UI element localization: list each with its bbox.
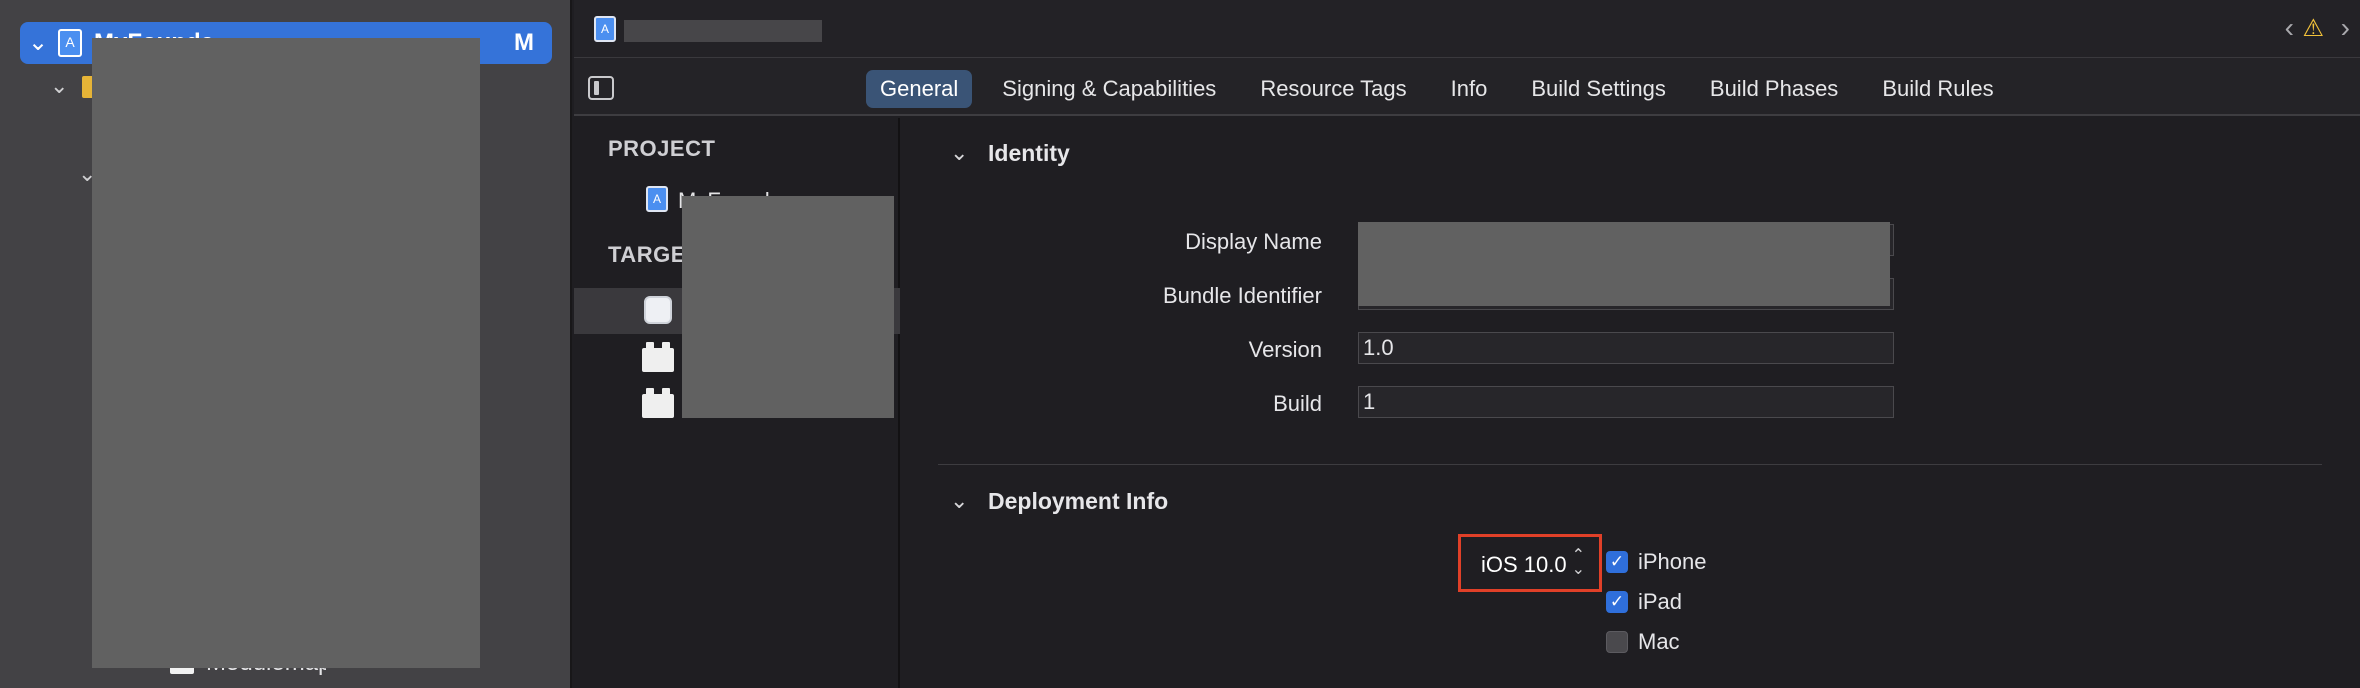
editor-tab-bar: General Signing & Capabilities Resource … — [574, 58, 2360, 116]
chevron-down-icon[interactable]: ⌄ — [950, 486, 988, 516]
tab-build-settings[interactable]: Build Settings — [1517, 70, 1680, 108]
deployment-info-title: Deployment Info — [988, 487, 1169, 514]
editor-area: A ‹ ⚠ › General Signing & Capabilities R… — [574, 0, 2360, 688]
display-name-label: Display Name — [1185, 229, 1322, 254]
project-section-heading: PROJECT — [608, 136, 716, 161]
checkbox-checked-icon[interactable]: ✓ — [1606, 591, 1628, 613]
device-iphone-option[interactable]: ✓ iPhone — [1606, 548, 1707, 576]
breadcrumb-redaction — [624, 20, 822, 42]
xcode-project-icon: A — [58, 29, 82, 57]
app-target-icon[interactable] — [644, 296, 672, 324]
xcode-window: ⌄ A MyFoundation M ⌄ ⌄ Modulemap A ‹ ⚠ ›… — [0, 0, 2360, 688]
deployment-info-section-header[interactable]: ⌄ Deployment Info — [950, 486, 1168, 516]
chevron-down-icon[interactable]: ⌄ — [950, 138, 988, 168]
tab-general[interactable]: General — [866, 70, 973, 108]
tab-info[interactable]: Info — [1437, 70, 1502, 108]
version-label: Version — [1248, 337, 1322, 362]
identity-section-header[interactable]: ⌄ Identity — [950, 138, 1070, 168]
sidebar-toggle-icon[interactable] — [588, 76, 614, 100]
tab-build-phases[interactable]: Build Phases — [1696, 70, 1852, 108]
device-mac-option[interactable]: Mac — [1606, 628, 1680, 656]
forward-arrow-icon[interactable]: › — [2341, 12, 2350, 44]
project-navigator: ⌄ A MyFoundation M ⌄ ⌄ Modulemap — [0, 0, 572, 688]
iphone-label: iPhone — [1638, 549, 1707, 574]
checkbox-checked-icon[interactable]: ✓ — [1606, 551, 1628, 573]
warning-icon[interactable]: ⚠ — [2302, 14, 2324, 44]
tab-signing-capabilities[interactable]: Signing & Capabilities — [988, 70, 1230, 108]
xcode-project-icon: A — [646, 186, 668, 212]
identity-title: Identity — [988, 139, 1070, 166]
version-field[interactable]: 1.0 — [1358, 332, 1894, 364]
back-arrow-icon[interactable]: ‹ — [2285, 12, 2294, 44]
disclosure-chevron-icon[interactable]: ⌄ — [28, 28, 48, 58]
bundle-identifier-label: Bundle Identifier — [1163, 283, 1322, 308]
section-divider — [938, 464, 2322, 465]
redaction-block — [1358, 222, 1890, 306]
group-disclosure-icon[interactable]: ⌄ — [50, 72, 68, 100]
framework-target-icon[interactable] — [642, 388, 674, 418]
redaction-block — [682, 196, 894, 418]
build-label: Build — [1273, 391, 1322, 416]
ios-deployment-target-popup[interactable]: iOS 10.0 ⌃ ⌄ — [1458, 534, 1602, 592]
xcode-project-icon[interactable]: A — [594, 16, 616, 42]
tab-resource-tags[interactable]: Resource Tags — [1246, 70, 1420, 108]
build-field[interactable]: 1 — [1358, 386, 1894, 418]
checkbox-unchecked-icon[interactable] — [1606, 631, 1628, 653]
mac-label: Mac — [1638, 629, 1680, 654]
device-ipad-option[interactable]: ✓ iPad — [1606, 588, 1682, 616]
framework-target-icon[interactable] — [642, 342, 674, 372]
tab-build-rules[interactable]: Build Rules — [1868, 70, 2007, 108]
ios-version-value: iOS 10.0 — [1481, 552, 1567, 577]
project-targets-list: PROJECT A MyFoundation TARGETS — [574, 118, 900, 688]
jump-bar: A ‹ ⚠ › — [574, 0, 2360, 58]
redaction-block — [92, 38, 480, 668]
settings-tabs: General Signing & Capabilities Resource … — [866, 70, 2024, 108]
ipad-label: iPad — [1638, 589, 1683, 614]
popup-stepper-icon: ⌃ ⌄ — [1571, 547, 1585, 578]
source-control-badge: M — [514, 29, 534, 56]
